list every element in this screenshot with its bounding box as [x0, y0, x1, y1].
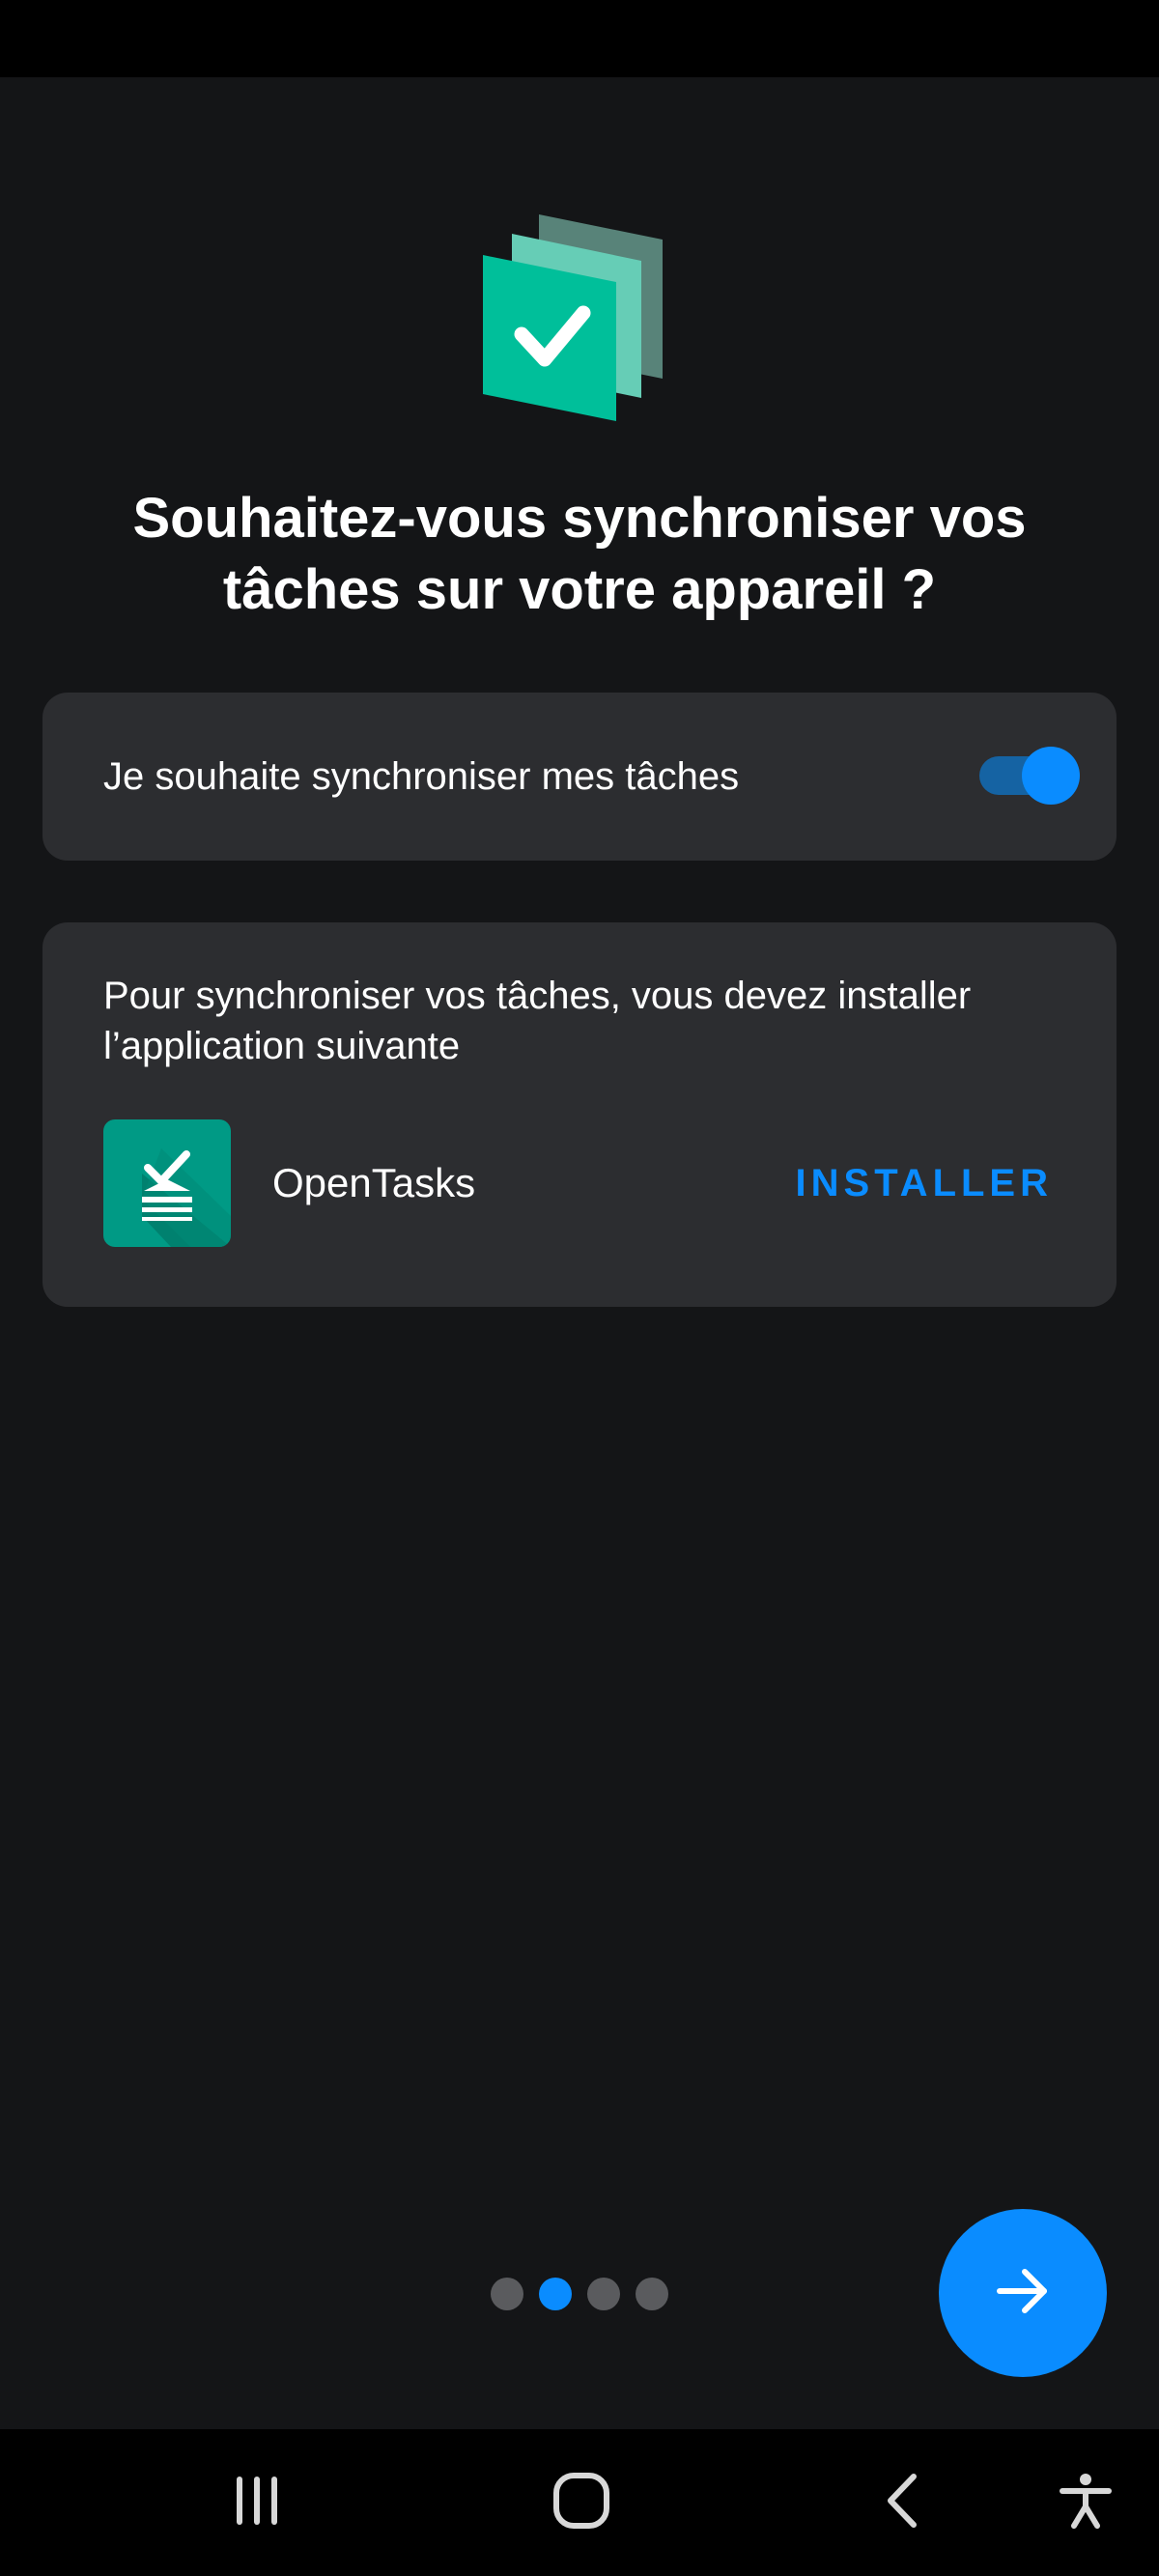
page-dot-active [539, 2278, 572, 2310]
arrow-right-icon [992, 2260, 1054, 2327]
accessibility-button[interactable] [1037, 2454, 1134, 2551]
install-button[interactable]: INSTALLER [796, 1147, 1053, 1219]
status-bar [0, 0, 1159, 77]
opentasks-app-icon [103, 1119, 231, 1247]
next-button[interactable] [939, 2209, 1107, 2377]
install-description: Pour synchroniser vos tâches, vous devez… [103, 975, 972, 1067]
page-dot [491, 2278, 523, 2310]
app-name: OpenTasks [272, 1160, 476, 1205]
sync-toggle[interactable] [979, 747, 1080, 805]
page-dot [636, 2278, 668, 2310]
system-navigation-bar [0, 2429, 1159, 2576]
onboarding-screen: Souhaitez-vous synchroniser vos tâches s… [0, 0, 1159, 2576]
page-indicator [491, 2278, 668, 2310]
sync-label: Je souhaite synchroniser mes tâches [103, 755, 740, 798]
accessibility-icon [1057, 2472, 1115, 2534]
page-title: Souhaitez-vous synchroniser vos tâches s… [132, 487, 1027, 621]
recent-apps-icon [228, 2472, 286, 2534]
back-button[interactable] [856, 2454, 952, 2551]
toggle-thumb [1022, 747, 1080, 805]
install-card: Pour synchroniser vos tâches, vous devez… [42, 922, 1117, 1307]
stacked-tasks-check-icon [471, 197, 684, 429]
page-dot [587, 2278, 620, 2310]
sync-card: Je souhaite synchroniser mes tâches [42, 693, 1117, 861]
recent-apps-button[interactable] [209, 2454, 305, 2551]
back-icon [875, 2472, 933, 2534]
home-icon [551, 2470, 612, 2536]
home-button[interactable] [533, 2454, 630, 2551]
